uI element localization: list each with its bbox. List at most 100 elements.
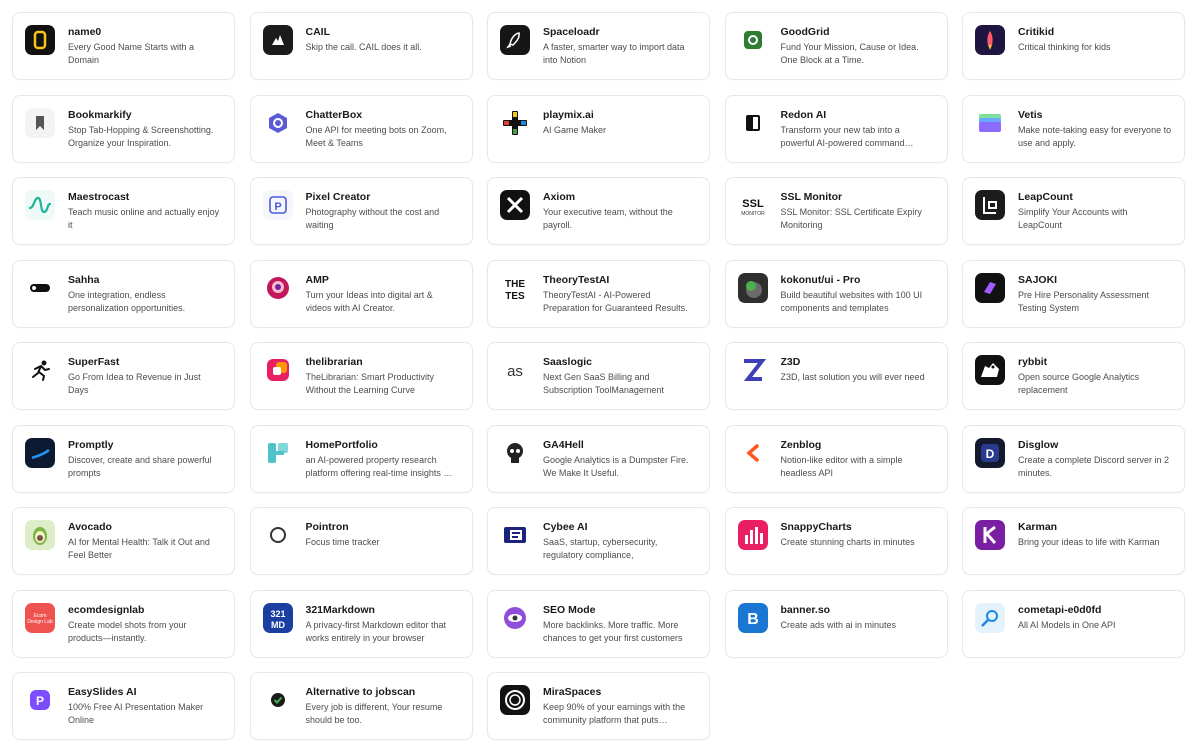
product-card[interactable]: kokonut/ui - Pro Build beautiful websites…	[724, 259, 948, 328]
product-name: TheoryTestAI	[543, 273, 610, 286]
product-card[interactable]: AMP Turn your Ideas into digital art & vi…	[249, 259, 473, 328]
product-card[interactable]: ChatterBox One API for meeting bots on Zo…	[249, 94, 473, 163]
product-card[interactable]: Spaceloadr A faster, smarter way to impor…	[487, 12, 710, 80]
product-name: rybbit	[1018, 356, 1048, 368]
product-name: Promptly	[68, 438, 114, 451]
product-card[interactable]: LeapCount Simplify Your Accounts with Lea…	[962, 177, 1185, 245]
product-card[interactable]: SuperFast Go From Idea to Revenue in Just…	[12, 342, 235, 410]
runner-icon	[25, 355, 55, 385]
product-card[interactable]: THE TES TheoryTestAI TheoryTestAI - AI-Powe…	[487, 259, 710, 328]
mira-logo-icon	[500, 685, 530, 715]
sahha-logo-icon	[25, 272, 55, 303]
product-card[interactable]: Critikid Critical thinking for kids	[962, 12, 1185, 80]
svg-text:TES: TES	[505, 291, 525, 302]
product-description: TheoryTestAI - AI-Powered Preparation fo…	[543, 289, 688, 313]
product-description: Skip the call. CAIL does it all.	[305, 42, 422, 52]
product-card[interactable]: D Disglow Create a complete Discord server…	[962, 424, 1185, 493]
pixel-p-icon: P	[262, 190, 293, 220]
product-description: Turn your Ideas into digital art & video…	[305, 289, 433, 313]
zenblog-logo-icon	[737, 437, 768, 468]
cybee-logo-icon	[500, 520, 530, 550]
product-card[interactable]: SEO Mode More backlinks. More traffic. Mo…	[487, 589, 710, 658]
bar-chart-icon	[737, 520, 768, 550]
product-card[interactable]: Cybee AI SaaS, startup, cybersecurity, re…	[487, 507, 710, 575]
product-card[interactable]: as Saaslogic Next Gen SaaS Billing and Sub…	[487, 342, 710, 410]
product-card[interactable]: Promptly Discover, create and share power…	[12, 424, 235, 493]
product-card[interactable]: Pointron Focus time tracker	[249, 507, 473, 575]
product-card[interactable]: CAIL Skip the call. CAIL does it all.	[249, 12, 473, 80]
skull-icon	[500, 437, 530, 468]
product-card[interactable]: P Pixel Creator Photography without the co…	[249, 177, 473, 245]
product-description: Every job is different, Your resume shou…	[305, 702, 443, 725]
product-description: Notion-like editor with a simple headles…	[780, 454, 903, 478]
product-card[interactable]: SSL MONITOR SSL Monitor SSL Monitor: SSL Ce…	[724, 177, 948, 245]
product-card[interactable]: Avocado AI for Mental Health: Talk it Out…	[12, 507, 235, 575]
product-card[interactable]: Sahha One integration, endless personaliz…	[12, 259, 235, 328]
product-card[interactable]: playmix.ai AI Game Maker	[487, 94, 710, 163]
svg-text:P: P	[274, 201, 281, 213]
product-name: Pointron	[305, 521, 349, 533]
cail-logo-icon	[262, 25, 293, 55]
product-card[interactable]: Bbanner.so Create ads with ai in minutes	[724, 589, 948, 658]
product-card[interactable]: P EasySlides AI 100% Free AI Presentation …	[12, 672, 235, 740]
avocado-icon	[25, 520, 55, 550]
product-card[interactable]: Bookmarkify Stop Tab-Hopping & Screenshot…	[12, 94, 235, 163]
product-card[interactable]: Axiom Your executive team, without the pa…	[487, 177, 710, 245]
product-card[interactable]: cometapi-e0d0fd All AI Models in One API	[962, 589, 1185, 658]
product-description: Pre Hire Personality Assessment Testing …	[1018, 289, 1150, 313]
svg-text:Design Lab: Design Lab	[27, 619, 53, 625]
svg-text:MONITOR: MONITOR	[741, 211, 765, 217]
product-card[interactable]: Zenblog Notion-like editor with a simple …	[724, 424, 948, 493]
product-card[interactable]: 321 MD 321Markdown A privacy-first Markdown…	[249, 589, 473, 658]
product-card[interactable]: Vetis Make note-taking easy for everyone …	[962, 94, 1185, 163]
product-name: SAJOKI	[1018, 273, 1058, 286]
product-card[interactable]: thelibrarian TheLibrarian: Smart Producti…	[249, 342, 473, 410]
wave-icon	[25, 190, 55, 220]
product-name: Saaslogic	[543, 356, 593, 368]
product-description: Go From Idea to Revenue in Just Days	[68, 372, 201, 395]
product-card[interactable]: SnappyCharts Create stunning charts in mi…	[724, 507, 948, 575]
hexagon-chat-icon	[262, 107, 293, 138]
product-name: Critikid	[1018, 26, 1055, 38]
product-name: Avocado	[68, 521, 112, 533]
product-card[interactable]: Maestrocast Teach music online and actual…	[12, 177, 235, 245]
product-card[interactable]: Z3D Z3D, last solution you will ever need	[724, 342, 948, 410]
product-card[interactable]: SAJOKI Pre Hire Personality Assessment Te…	[962, 259, 1185, 328]
product-description: Discover, create and share powerful prom…	[68, 454, 212, 478]
product-description: Fund Your Mission, Cause or Idea. One Bl…	[780, 42, 919, 65]
product-description: Make note-taking easy for everyone to us…	[1018, 124, 1172, 148]
banner-b-icon: B	[737, 602, 768, 633]
product-card[interactable]: Redon AI Transform your new tab into a po…	[724, 94, 948, 163]
product-card[interactable]: Karman Bring your ideas to life with Karm…	[962, 507, 1185, 575]
product-description: Keep 90% of your earnings with the commu…	[543, 702, 686, 725]
product-card[interactable]: Ecom Design Lab ecomdesignlab Create model …	[12, 589, 235, 658]
leapcount-logo-icon	[975, 190, 1005, 220]
product-name: Cybee AI	[543, 521, 588, 533]
product-description: A privacy-first Markdown editor that wor…	[305, 619, 447, 643]
goodgrid-logo-icon	[737, 25, 768, 55]
product-card[interactable]: GA4Hell Google Analytics is a Dumpster Fi…	[487, 424, 710, 493]
product-name: AMP	[305, 273, 329, 286]
product-card[interactable]: MiraSpaces Keep 90% of your earnings with…	[487, 672, 710, 740]
product-name: ecomdesignlab	[68, 603, 145, 616]
product-description: 100% Free AI Presentation Maker Online	[68, 702, 204, 725]
product-description: More backlinks. More traffic. More chanc…	[543, 619, 683, 643]
product-description: Stop Tab-Hopping & Screenshotting. Organ…	[68, 124, 214, 148]
product-name: HomePortfolio	[305, 438, 378, 451]
product-name: SEO Mode	[543, 603, 596, 616]
product-card[interactable]: Alternative to jobscan Every job is diffe…	[249, 672, 473, 740]
librarian-logo-icon	[262, 355, 293, 385]
product-card[interactable]: rybbit Open source Google Analytics repla…	[962, 342, 1185, 410]
check-badge-icon	[262, 685, 293, 715]
product-description: Create ads with ai in minutes	[780, 619, 897, 630]
bookmark-icon	[25, 107, 55, 138]
product-card[interactable]: GoodGrid Fund Your Mission, Cause or Idea…	[724, 12, 948, 80]
product-name: cometapi-e0d0fd	[1018, 603, 1102, 616]
product-card[interactable]: HomePortfolio an AI-powered property rese…	[249, 424, 473, 493]
homeportfolio-logo-icon	[262, 437, 293, 468]
product-description: SaaS, startup, cybersecurity, regulatory…	[543, 537, 658, 560]
rocket-icon	[500, 25, 530, 55]
easyslides-logo-icon: P	[25, 685, 55, 715]
promptly-logo-icon	[25, 437, 55, 468]
product-card[interactable]: name0 Every Good Name Starts with a Domai…	[12, 12, 235, 80]
